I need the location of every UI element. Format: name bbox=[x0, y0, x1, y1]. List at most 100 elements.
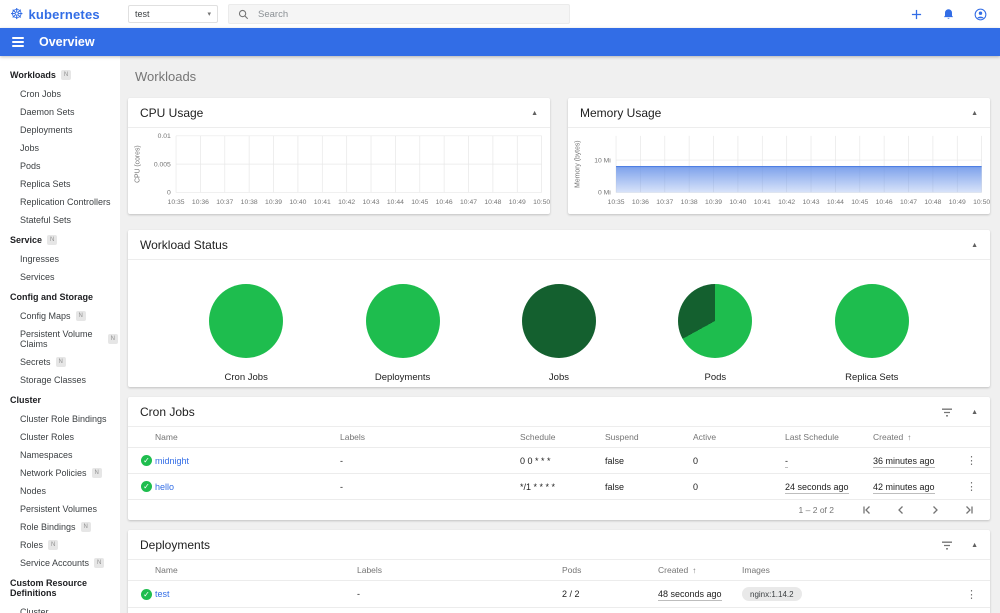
svg-text:10:43: 10:43 bbox=[803, 199, 820, 206]
sidebar-item-ingresses[interactable]: Ingresses bbox=[0, 250, 120, 268]
column-header[interactable]: Labels bbox=[357, 560, 562, 581]
sidebar-item-label: Namespaces bbox=[20, 450, 73, 460]
account-icon[interactable] bbox=[972, 6, 988, 22]
column-header[interactable]: Pods bbox=[562, 560, 658, 581]
column-header-sorted[interactable]: Created ↑ bbox=[658, 560, 742, 581]
sidebar-item-roles[interactable]: Roles N bbox=[0, 536, 120, 554]
sidebar-item-replication-controllers[interactable]: Replication Controllers bbox=[0, 193, 120, 211]
sidebar-item-secrets[interactable]: Secrets N bbox=[0, 353, 120, 371]
sidebar-item-nodes[interactable]: Nodes bbox=[0, 482, 120, 500]
sidebar-item-network-policies[interactable]: Network Policies N bbox=[0, 464, 120, 482]
sidebar-item-persistent-volumes[interactable]: Persistent Volumes bbox=[0, 500, 120, 518]
new-badge: N bbox=[107, 334, 118, 344]
card-title: Workload Status bbox=[140, 238, 228, 252]
collapse-icon[interactable]: ▲ bbox=[971, 409, 978, 416]
sidebar-section-label: Workloads bbox=[10, 70, 56, 80]
cell-value: 0 0 * * * bbox=[520, 447, 605, 474]
kubernetes-logo-text: kubernetes bbox=[28, 6, 100, 22]
svg-text:10:50: 10:50 bbox=[973, 199, 990, 206]
svg-text:10:41: 10:41 bbox=[314, 199, 331, 206]
sidebar-section-workloads[interactable]: Workloads N bbox=[0, 64, 120, 85]
sidebar-item-storage-classes[interactable]: Storage Classes bbox=[0, 371, 120, 389]
notifications-icon[interactable] bbox=[940, 6, 956, 22]
new-badge: N bbox=[94, 558, 105, 568]
sidebar-item-cluster-roles[interactable]: Cluster Roles bbox=[0, 428, 120, 446]
workload-status-card: Workload Status ▲ Cron Jobs Deployments Jo… bbox=[128, 230, 990, 387]
column-header-sorted[interactable]: Created ↑ bbox=[873, 427, 966, 448]
sidebar-section-service[interactable]: Service N bbox=[0, 229, 120, 250]
resource-link[interactable]: hello bbox=[155, 482, 174, 492]
sidebar-item-config-maps[interactable]: Config Maps N bbox=[0, 307, 120, 325]
column-header[interactable]: Images bbox=[742, 560, 966, 581]
search-input[interactable] bbox=[258, 8, 560, 20]
svg-text:10:44: 10:44 bbox=[827, 199, 844, 206]
sidebar-section-config-and-storage[interactable]: Config and Storage bbox=[0, 286, 120, 307]
svg-text:CPU (cores): CPU (cores) bbox=[134, 145, 141, 183]
filter-icon[interactable] bbox=[941, 541, 953, 550]
sidebar-item-deployments[interactable]: Deployments bbox=[0, 121, 120, 139]
column-header[interactable]: Name bbox=[155, 427, 340, 448]
svg-text:10:50: 10:50 bbox=[533, 199, 550, 206]
sidebar-item-replica-sets[interactable]: Replica Sets bbox=[0, 175, 120, 193]
resource-link[interactable]: test bbox=[155, 589, 170, 599]
menu-icon[interactable] bbox=[10, 34, 26, 50]
sidebar-item-stateful-sets[interactable]: Stateful Sets bbox=[0, 211, 120, 229]
row-menu-button[interactable]: ⋮ bbox=[966, 455, 977, 467]
sidebar-item-jobs[interactable]: Jobs bbox=[0, 139, 120, 157]
column-header[interactable]: Name bbox=[155, 560, 357, 581]
search-bar[interactable] bbox=[228, 4, 570, 24]
kubernetes-logo[interactable]: ☸ kubernetes bbox=[10, 7, 122, 22]
sort-ascending-icon: ↑ bbox=[907, 433, 912, 442]
filter-icon[interactable] bbox=[941, 408, 953, 417]
sidebar-item-label: Replication Controllers bbox=[20, 197, 111, 207]
sidebar-item-services[interactable]: Services bbox=[0, 268, 120, 286]
sidebar-item-persistent-volume-claims[interactable]: Persistent Volume Claims N bbox=[0, 325, 120, 353]
column-header[interactable]: Last Schedule bbox=[785, 427, 873, 448]
first-page-button[interactable] bbox=[862, 505, 872, 515]
column-header[interactable]: Active bbox=[693, 427, 785, 448]
workload-pie-jobs: Jobs bbox=[521, 284, 596, 383]
sidebar-item-cron-jobs[interactable]: Cron Jobs bbox=[0, 85, 120, 103]
row-menu-button[interactable]: ⋮ bbox=[966, 589, 977, 601]
pie-label: Deployments bbox=[374, 372, 431, 383]
sidebar-item-service-accounts[interactable]: Service Accounts N bbox=[0, 554, 120, 572]
sidebar-item-label: Service Accounts bbox=[20, 558, 90, 568]
sidebar-item-role-bindings[interactable]: Role Bindings N bbox=[0, 518, 120, 536]
column-header[interactable]: Labels bbox=[340, 427, 520, 448]
table-header-row: Name Labels Schedule Suspend Active Last… bbox=[128, 427, 990, 448]
sidebar-item-label: Nodes bbox=[20, 486, 47, 496]
namespace-selector[interactable]: test ▾ bbox=[128, 5, 218, 23]
pie-label: Pods bbox=[704, 372, 727, 383]
cell-value: - bbox=[340, 473, 520, 499]
collapse-icon[interactable]: ▲ bbox=[531, 110, 538, 117]
add-icon[interactable] bbox=[908, 6, 924, 22]
column-header[interactable]: Suspend bbox=[605, 427, 693, 448]
previous-page-button[interactable] bbox=[896, 505, 906, 515]
cpu-usage-card: CPU Usage ▲ 10:35 10:36 10:37 10:38 10:39 10:… bbox=[128, 98, 550, 214]
cell-value: 3 / 3 bbox=[562, 607, 658, 613]
svg-text:10:36: 10:36 bbox=[632, 199, 649, 206]
last-page-button[interactable] bbox=[964, 505, 974, 515]
new-badge: N bbox=[91, 468, 102, 478]
card-title: Deployments bbox=[140, 538, 211, 552]
sidebar-section-custom-resource-definitions[interactable]: Custom Resource Definitions bbox=[0, 572, 120, 603]
chevron-down-icon: ▾ bbox=[207, 11, 211, 18]
column-header[interactable]: Schedule bbox=[520, 427, 605, 448]
collapse-icon[interactable]: ▲ bbox=[971, 542, 978, 549]
sidebar-section-cluster[interactable]: Cluster bbox=[0, 389, 120, 410]
collapse-icon[interactable]: ▲ bbox=[971, 242, 978, 249]
sidebar-item-daemon-sets[interactable]: Daemon Sets bbox=[0, 103, 120, 121]
sort-ascending-icon: ↑ bbox=[692, 566, 697, 575]
sidebar-section-label: Config and Storage bbox=[10, 292, 93, 302]
sidebar-item-cluster-role-bindings[interactable]: Cluster Role Bindings bbox=[0, 410, 120, 428]
resource-link[interactable]: midnight bbox=[155, 456, 189, 466]
sidebar-item-pods[interactable]: Pods bbox=[0, 157, 120, 175]
cpu-usage-chart: 10:35 10:36 10:37 10:38 10:39 10:40 10:41 10:42… bbox=[134, 133, 550, 206]
sidebar-item-cluster[interactable]: Cluster bbox=[0, 603, 120, 613]
collapse-icon[interactable]: ▲ bbox=[971, 110, 978, 117]
next-page-button[interactable] bbox=[930, 505, 940, 515]
row-menu-button[interactable]: ⋮ bbox=[966, 481, 977, 493]
sidebar-item-namespaces[interactable]: Namespaces bbox=[0, 446, 120, 464]
deployments-table: Name Labels Pods Created ↑ Images ✓ test -2… bbox=[128, 560, 990, 613]
page-title: Workloads bbox=[135, 69, 197, 84]
